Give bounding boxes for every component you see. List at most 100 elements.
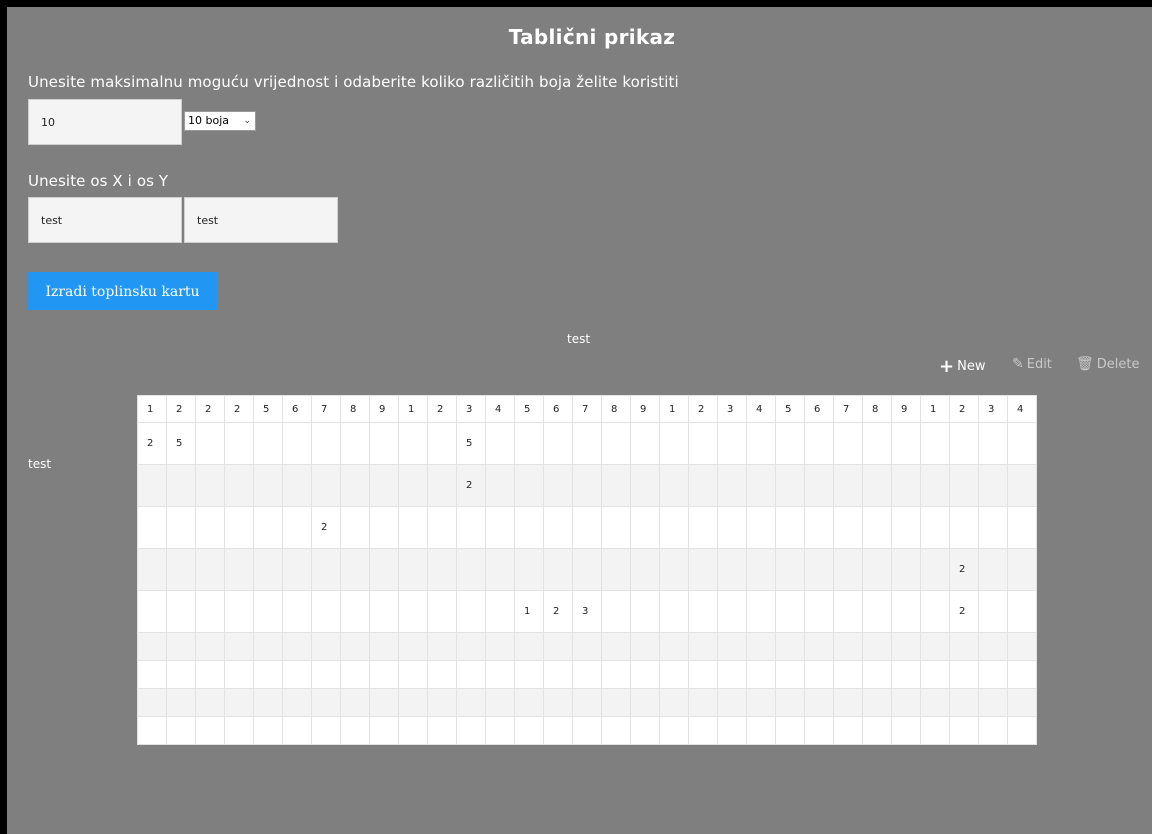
table-cell[interactable] [253, 632, 283, 661]
table-cell[interactable] [862, 464, 892, 507]
table-cell[interactable] [949, 506, 979, 549]
table-cell[interactable] [253, 422, 283, 465]
table-cell[interactable] [572, 464, 602, 507]
color-count-select[interactable]: 10 boja ⌄ [184, 111, 256, 131]
new-button[interactable]: + New [939, 356, 985, 377]
table-cell[interactable] [485, 422, 515, 465]
x-axis-input[interactable] [28, 197, 182, 243]
table-cell[interactable] [543, 422, 573, 465]
table-cell[interactable] [137, 632, 167, 661]
table-cell[interactable] [340, 548, 370, 591]
table-cell[interactable] [659, 716, 689, 745]
table-cell[interactable] [659, 464, 689, 507]
table-cell[interactable] [746, 716, 776, 745]
table-cell[interactable] [224, 506, 254, 549]
table-cell[interactable] [833, 688, 863, 717]
table-cell[interactable] [1007, 464, 1037, 507]
table-cell[interactable] [978, 590, 1008, 633]
table-cell[interactable] [166, 716, 196, 745]
table-cell[interactable] [195, 716, 225, 745]
table-cell[interactable] [862, 716, 892, 745]
table-cell[interactable] [195, 590, 225, 633]
table-cell[interactable] [978, 506, 1008, 549]
table-cell[interactable] [137, 464, 167, 507]
table-cell[interactable] [601, 688, 631, 717]
table-cell[interactable] [891, 464, 921, 507]
table-cell[interactable] [862, 632, 892, 661]
table-cell[interactable] [572, 660, 602, 689]
table-cell[interactable] [601, 464, 631, 507]
table-cell[interactable] [891, 688, 921, 717]
table-cell[interactable] [427, 548, 457, 591]
table-cell[interactable] [137, 688, 167, 717]
table-cell[interactable] [543, 716, 573, 745]
table-cell[interactable] [485, 660, 515, 689]
table-cell[interactable] [1007, 422, 1037, 465]
table-cell[interactable] [833, 660, 863, 689]
table-cell[interactable] [572, 716, 602, 745]
table-cell[interactable] [485, 632, 515, 661]
table-cell[interactable] [514, 716, 544, 745]
table-cell[interactable] [891, 632, 921, 661]
table-cell[interactable] [282, 506, 312, 549]
table-cell[interactable] [717, 422, 747, 465]
table-cell[interactable] [166, 688, 196, 717]
table-cell[interactable] [166, 590, 196, 633]
table-cell[interactable] [572, 506, 602, 549]
table-cell[interactable] [804, 422, 834, 465]
table-cell[interactable] [137, 660, 167, 689]
table-cell[interactable] [427, 422, 457, 465]
table-cell[interactable] [688, 506, 718, 549]
table-cell[interactable] [978, 548, 1008, 591]
table-cell[interactable] [282, 632, 312, 661]
table-cell[interactable] [485, 506, 515, 549]
table-cell[interactable] [659, 632, 689, 661]
table-cell[interactable] [630, 688, 660, 717]
table-cell[interactable] [601, 548, 631, 591]
table-cell[interactable] [340, 590, 370, 633]
table-cell[interactable] [340, 464, 370, 507]
table-cell[interactable] [369, 632, 399, 661]
table-cell[interactable] [833, 548, 863, 591]
table-cell[interactable] [340, 632, 370, 661]
table-cell[interactable] [195, 506, 225, 549]
table-cell[interactable] [920, 590, 950, 633]
table-cell[interactable] [746, 506, 776, 549]
table-cell[interactable] [775, 716, 805, 745]
table-cell[interactable] [659, 548, 689, 591]
table-cell[interactable] [804, 688, 834, 717]
table-cell[interactable] [166, 506, 196, 549]
table-cell[interactable] [137, 506, 167, 549]
table-cell[interactable] [398, 688, 428, 717]
table-cell[interactable] [688, 660, 718, 689]
table-cell[interactable] [224, 590, 254, 633]
table-cell[interactable] [253, 590, 283, 633]
table-cell[interactable] [427, 688, 457, 717]
table-cell[interactable] [224, 464, 254, 507]
table-cell[interactable] [456, 660, 486, 689]
table-cell[interactable] [833, 716, 863, 745]
table-cell[interactable] [427, 716, 457, 745]
table-cell[interactable] [775, 590, 805, 633]
table-cell[interactable] [456, 506, 486, 549]
table-cell[interactable] [920, 506, 950, 549]
table-cell[interactable] [891, 422, 921, 465]
table-cell[interactable] [340, 422, 370, 465]
table-cell[interactable] [775, 660, 805, 689]
table-cell[interactable] [514, 688, 544, 717]
table-cell[interactable] [717, 716, 747, 745]
table-cell[interactable] [949, 422, 979, 465]
table-cell[interactable] [630, 548, 660, 591]
table-cell[interactable] [1007, 632, 1037, 661]
table-cell[interactable] [398, 660, 428, 689]
table-cell[interactable] [311, 688, 341, 717]
table-cell[interactable] [369, 716, 399, 745]
table-cell[interactable] [688, 464, 718, 507]
table-cell[interactable] [688, 548, 718, 591]
table-cell[interactable] [514, 506, 544, 549]
table-cell[interactable] [775, 548, 805, 591]
table-cell[interactable] [891, 506, 921, 549]
table-cell[interactable] [137, 716, 167, 745]
table-cell[interactable] [543, 660, 573, 689]
table-cell[interactable] [659, 688, 689, 717]
